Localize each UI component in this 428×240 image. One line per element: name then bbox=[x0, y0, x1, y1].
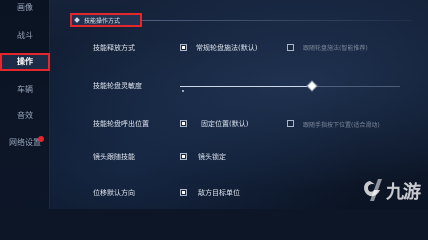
notification-dot bbox=[38, 136, 44, 142]
wheel-position-option-a-checkbox[interactable] bbox=[180, 120, 187, 127]
sidebar-item-audio[interactable]: 音效 bbox=[0, 110, 50, 122]
cast-mode-label: 技能释放方式 bbox=[93, 44, 135, 52]
camera-follow-checkbox[interactable] bbox=[180, 153, 187, 160]
sensitivity-label: 技能轮盘灵敏度 bbox=[93, 82, 142, 90]
move-direction-checkbox[interactable] bbox=[180, 189, 187, 196]
sensitivity-slider-fill bbox=[180, 86, 312, 87]
sidebar-item-graphics[interactable]: 画像 bbox=[0, 2, 50, 14]
sidebar-item-vehicle[interactable]: 车辆 bbox=[0, 84, 50, 96]
wheel-position-label: 技能轮盘呼出位置 bbox=[93, 120, 149, 128]
diamond-bullet-icon bbox=[74, 17, 80, 23]
header-divider bbox=[142, 20, 412, 21]
wheel-position-option-b-checkbox[interactable] bbox=[287, 120, 294, 127]
camera-follow-option-label[interactable]: 镜头锁定 bbox=[198, 152, 226, 162]
cast-mode-option-b-checkbox[interactable] bbox=[287, 44, 294, 51]
section-header: 技能操作方式 bbox=[70, 13, 142, 27]
slider-min-mark bbox=[182, 90, 184, 92]
watermark-text: 九游 bbox=[386, 182, 421, 203]
section-title: 技能操作方式 bbox=[84, 18, 121, 25]
sidebar: 画像 战斗 操作 车辆 音效 网络设置 bbox=[0, 0, 50, 209]
camera-follow-label: 镜头跟随技能 bbox=[93, 153, 135, 161]
cast-mode-option-a-checkbox[interactable] bbox=[180, 44, 187, 51]
move-direction-option-label[interactable]: 敌方目标单位 bbox=[198, 188, 240, 198]
wheel-position-option-b-label[interactable]: 跟随手指按下位置(适合滑动) bbox=[303, 120, 380, 129]
cast-mode-option-a-label[interactable]: 常规轮盘施法(默认) bbox=[196, 43, 257, 53]
sidebar-item-controls[interactable]: 操作 bbox=[0, 53, 50, 71]
sidebar-item-battle[interactable]: 战斗 bbox=[0, 30, 50, 42]
wheel-position-option-a-label[interactable]: 固定位置(默认) bbox=[201, 119, 248, 129]
cast-mode-option-b-label[interactable]: 跟随轮盘施法(智能推荐) bbox=[303, 43, 368, 52]
sensitivity-slider-track[interactable] bbox=[180, 86, 400, 87]
move-direction-label: 位移默认方向 bbox=[93, 189, 135, 197]
